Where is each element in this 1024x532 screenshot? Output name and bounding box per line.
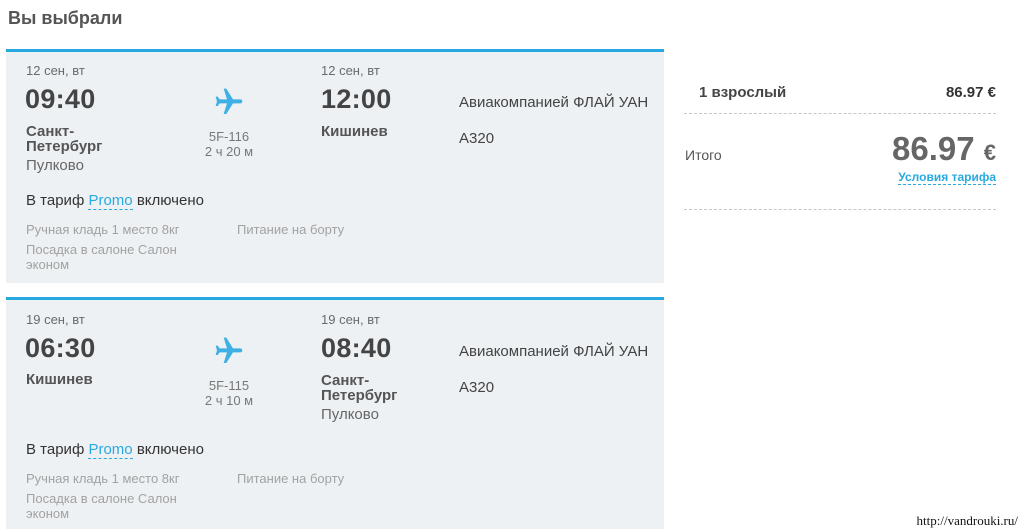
total-label: Итого — [685, 147, 722, 163]
aircraft-type: A320 — [459, 130, 495, 147]
arrive-city: Санкт-Петербург — [321, 372, 398, 404]
depart-city: Санкт-Петербург — [26, 123, 103, 155]
airline-name: Авиакомпанией ФЛАЙ УАН — [459, 94, 649, 111]
tariff-suffix: включено — [136, 192, 204, 209]
arrive-date: 19 сен, вт — [321, 312, 380, 327]
depart-date: 19 сен, вт — [26, 312, 85, 327]
watermark: http://vandrouki.ru/ — [916, 513, 1018, 528]
page-title: Вы выбрали — [8, 8, 123, 28]
tariff-promo-link[interactable]: Promo — [88, 441, 133, 459]
seating-info: Посадка в салоне Салон эконом — [26, 491, 177, 521]
tariff-suffix: включено — [136, 441, 204, 458]
divider — [684, 209, 996, 210]
arrive-date: 12 сен, вт — [321, 63, 380, 78]
tariff-info: В тариф Promo включено — [26, 441, 204, 459]
arrive-time: 12:00 — [321, 84, 392, 114]
flight-duration: 2 ч 10 м — [204, 393, 254, 408]
aircraft-type: A320 — [459, 379, 495, 396]
total-amount: 86.97 — [891, 130, 975, 167]
tariff-info: В тариф Promo включено — [26, 192, 204, 210]
total-price: 86.97 € — [892, 130, 996, 168]
seating-info: Посадка в салоне Салон эконом — [26, 242, 177, 272]
depart-airport: Пулково — [26, 157, 84, 174]
airplane-icon — [211, 86, 247, 118]
currency-symbol: € — [983, 140, 996, 165]
passengers-label: 1 взрослый — [699, 84, 787, 101]
depart-date: 12 сен, вт — [26, 63, 85, 78]
flight-number: 5F-115 — [208, 378, 250, 393]
fare-conditions-link[interactable]: Условия тарифа — [898, 170, 996, 185]
depart-time: 09:40 — [25, 84, 96, 114]
airplane-icon — [211, 335, 247, 367]
arrive-city: Кишинев — [321, 123, 388, 140]
tariff-promo-link[interactable]: Promo — [88, 192, 133, 210]
tariff-prefix: В тариф — [26, 441, 85, 458]
flight-card-outbound: 12 сен, вт 09:40 Санкт-Петербург Пулково… — [6, 49, 664, 283]
divider — [684, 113, 996, 114]
depart-city: Кишинев — [26, 371, 93, 388]
flight-number: 5F-116 — [208, 129, 250, 144]
arrive-time: 08:40 — [321, 333, 392, 363]
passengers-price: 86.97 € — [945, 84, 996, 101]
flight-duration: 2 ч 20 м — [204, 144, 254, 159]
depart-time: 06:30 — [25, 333, 96, 363]
tariff-prefix: В тариф — [26, 192, 85, 209]
baggage-info: Ручная кладь 1 место 8кг — [26, 471, 180, 486]
flight-card-return: 19 сен, вт 06:30 Кишинев 5F-115 2 ч 10 м… — [6, 297, 664, 529]
airline-name: Авиакомпанией ФЛАЙ УАН — [459, 343, 649, 360]
meal-info: Питание на борту — [237, 471, 345, 486]
meal-info: Питание на борту — [237, 222, 345, 237]
arrive-airport: Пулково — [321, 406, 379, 423]
baggage-info: Ручная кладь 1 место 8кг — [26, 222, 180, 237]
